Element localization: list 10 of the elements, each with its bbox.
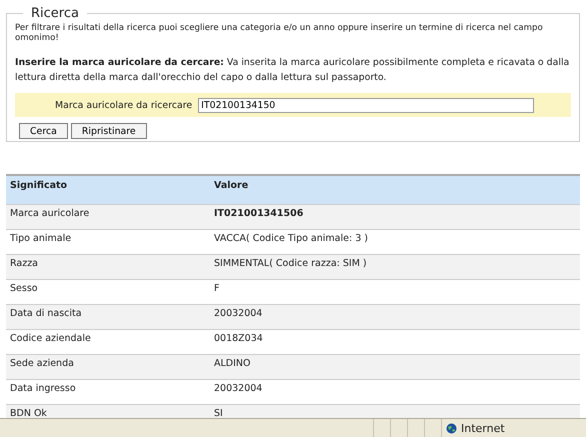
instructions-text: Inserire la marca auricolare da cercare: Va inserita la marca auricolare possibilmente completa e ricavata o dalla lettura diretta della marca dall'orecchio del capo o dalla lettura sul passaporto. bbox=[15, 56, 570, 85]
panel-title: Ricerca bbox=[30, 6, 80, 21]
search-button[interactable]: Cerca bbox=[19, 123, 68, 139]
globe-icon bbox=[446, 422, 457, 434]
intro-text: Per filtrare i risultati della ricerca puoi scegliere una categoria e/o un anno oppure inserire un termine di ricerca nel campo omonimo! bbox=[15, 23, 544, 43]
reset-button[interactable]: Ripristinare bbox=[70, 123, 147, 139]
column-header: Significato bbox=[6, 175, 210, 204]
column-header: Valore bbox=[210, 175, 580, 204]
field-label: Marca auricolare da ricercare bbox=[55, 100, 192, 110]
input-field[interactable]: IT02100134150 bbox=[198, 98, 534, 112]
